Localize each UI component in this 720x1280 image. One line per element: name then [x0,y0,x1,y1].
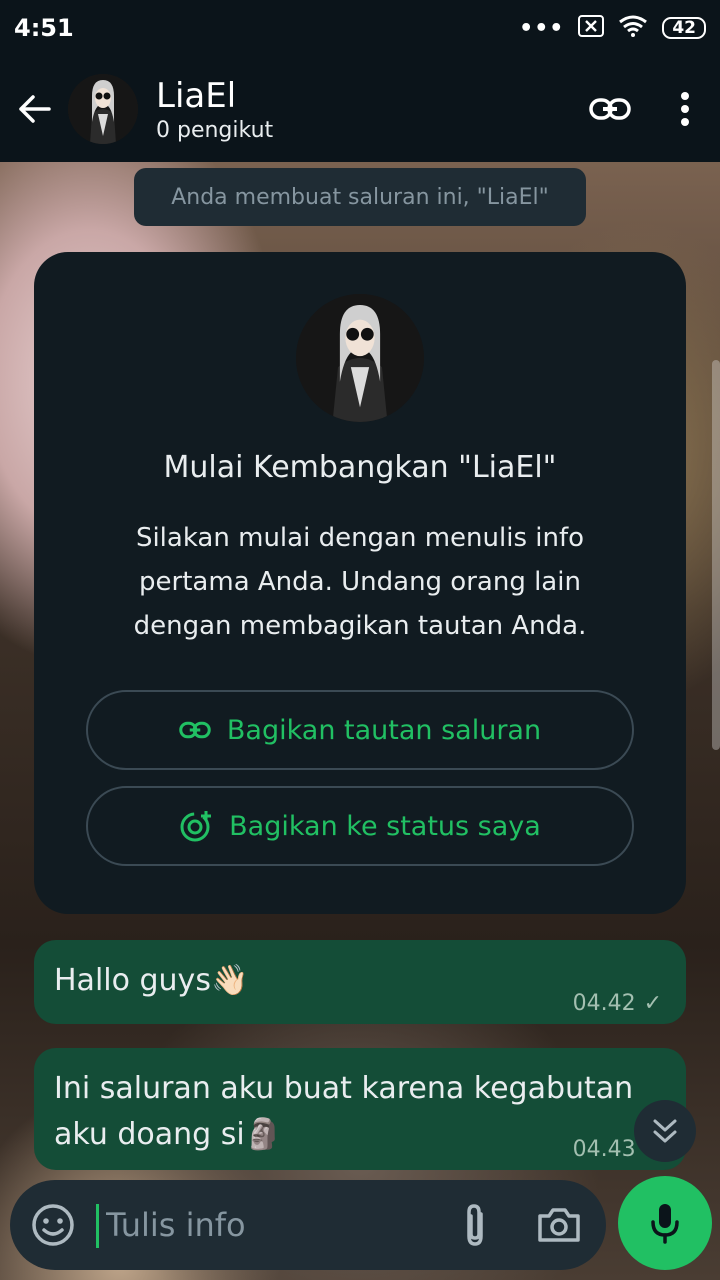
message-bubble[interactable]: Hallo guys👋🏻 04.42 ✓ [34,940,686,1024]
sent-check-icon: ✓ [643,991,662,1016]
share-to-status-button[interactable]: Bagikan ke status saya [86,786,634,866]
message-composer [10,1180,606,1270]
channel-intro-card: Mulai Kembangkan "LiaEl" Silakan mulai d… [34,252,686,914]
battery-indicator: 42 [662,17,706,39]
wifi-icon [618,15,648,41]
scroll-to-bottom-button[interactable] [634,1100,696,1162]
status-bar: 4:51 ••• 42 [0,0,720,56]
message-time: 04.43 [572,1137,636,1162]
channel-title-area[interactable]: LiaEl 0 pengikut [156,76,570,143]
share-link-label: Bagikan tautan saluran [226,714,542,746]
intro-description: Silakan mulai dengan menulis info pertam… [133,523,587,641]
more-notifications-icon: ••• [519,15,565,41]
channel-name: LiaEl [156,75,237,116]
status-time: 4:51 [14,14,74,42]
intro-title: Mulai Kembangkan "LiaEl" [163,450,557,485]
share-channel-link-button[interactable]: Bagikan tautan saluran [86,690,634,770]
voice-message-button[interactable] [618,1176,712,1270]
channel-header: LiaEl 0 pengikut [0,56,720,162]
paperclip-icon [467,1204,483,1246]
microphone-icon [651,1204,679,1244]
follower-count: 0 pengikut [156,117,274,143]
channel-avatar[interactable] [68,74,138,144]
emoji-button[interactable] [30,1202,76,1248]
message-text: Ini saluran aku buat karena kegabutan ak… [54,1071,634,1152]
scrollbar[interactable] [712,360,720,750]
kebab-menu-icon [681,92,689,126]
share-status-label: Bagikan ke status saya [229,810,541,842]
link-icon [179,721,211,739]
attach-button[interactable] [450,1200,500,1250]
no-sim-icon [578,15,605,41]
status-add-icon [180,811,212,842]
camera-button[interactable] [534,1200,584,1250]
more-options-button[interactable] [650,69,720,149]
link-icon [589,98,631,120]
camera-icon [538,1208,580,1242]
emoji-icon [32,1204,74,1246]
arrow-left-icon [19,95,51,123]
message-input[interactable] [106,1198,436,1252]
channel-avatar-large [296,294,424,422]
channel-link-button[interactable] [570,69,650,149]
status-icons: ••• 42 [519,15,706,41]
message-time: 04.42 [572,991,636,1016]
message-text: Hallo guys👋🏻 [54,963,249,998]
text-caret [96,1204,99,1248]
back-button[interactable] [0,56,68,162]
system-message: Anda membuat saluran ini, "LiaEl" [134,168,586,226]
message-bubble[interactable]: Ini saluran aku buat karena kegabutan ak… [34,1048,686,1170]
message-meta: 04.42 ✓ [573,991,662,1016]
double-chevron-down-icon [653,1119,677,1143]
